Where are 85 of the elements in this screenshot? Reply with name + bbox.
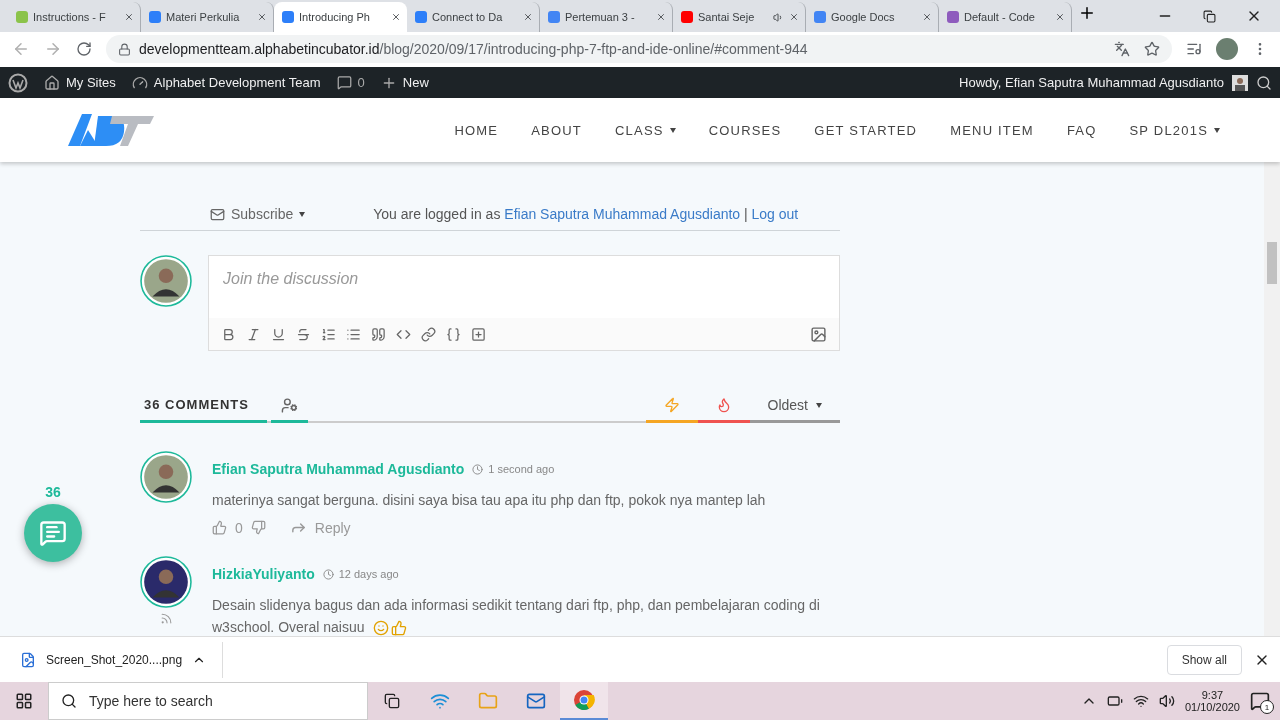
- comment-count[interactable]: 0: [357, 75, 365, 90]
- logo[interactable]: [68, 112, 154, 148]
- lock-icon: [118, 42, 131, 56]
- avatar[interactable]: [1216, 38, 1238, 60]
- smiley-icon: [372, 620, 389, 636]
- image-icon[interactable]: [810, 325, 827, 343]
- quote-icon[interactable]: [371, 326, 386, 342]
- avatar: [140, 255, 192, 307]
- new-link[interactable]: New: [402, 75, 429, 90]
- chrome-icon[interactable]: [573, 689, 595, 711]
- spoiler-icon[interactable]: [471, 326, 486, 342]
- windows-icon[interactable]: [15, 692, 33, 710]
- bold-icon[interactable]: [221, 326, 236, 342]
- browser-tab[interactable]: Introducing Ph: [274, 2, 407, 32]
- clock-icon: [472, 463, 484, 475]
- thumbs-down-icon[interactable]: [250, 520, 266, 535]
- nav-link[interactable]: CLASS: [615, 122, 676, 138]
- link-icon[interactable]: [421, 326, 436, 342]
- new-tab-icon[interactable]: [1078, 4, 1096, 22]
- show-all-button[interactable]: Show all: [1166, 644, 1242, 675]
- user-gear-icon[interactable]: [280, 397, 298, 414]
- sort-tab[interactable]: [697, 397, 750, 423]
- avatar: [140, 556, 192, 608]
- braces-icon[interactable]: [446, 326, 461, 342]
- houses-icon: [44, 74, 60, 91]
- nav-link[interactable]: HOME: [454, 122, 499, 138]
- reload-icon[interactable]: [76, 41, 92, 57]
- comment-icon: [336, 75, 352, 90]
- comment-count: 36: [45, 484, 61, 500]
- clock-icon: [322, 568, 334, 580]
- ordered-list-icon[interactable]: [321, 326, 336, 342]
- avatar: [1232, 74, 1248, 91]
- chat-icon: [39, 519, 67, 547]
- battery-icon[interactable]: [1106, 693, 1123, 709]
- comment-count-tab[interactable]: 36 COMMENTS: [144, 397, 263, 412]
- nav-link[interactable]: SP DL201S: [1129, 122, 1220, 138]
- mail-icon[interactable]: [526, 691, 546, 711]
- search-box[interactable]: Type here to search: [48, 682, 368, 720]
- speaker-icon[interactable]: [1158, 693, 1175, 709]
- howdy-text[interactable]: Howdy, Efian Saputra Muhammad Agusdianto: [959, 75, 1224, 90]
- nav-link[interactable]: COURSES: [708, 122, 782, 138]
- search-icon: [61, 693, 77, 709]
- site-link[interactable]: Alphabet Development Team: [153, 75, 321, 90]
- star-icon[interactable]: [1144, 41, 1160, 57]
- wordpress-icon[interactable]: [8, 72, 28, 93]
- restore-icon[interactable]: [1203, 9, 1216, 23]
- my-sites-link[interactable]: My Sites: [66, 75, 116, 90]
- file-icon: [20, 651, 36, 668]
- address-bar[interactable]: developmentteam.alphabetincubator.id/blog/2020/09/17/introducing-php-7-ftp-and-ide-online/#comment-944: [106, 35, 1172, 63]
- strikethrough-icon[interactable]: [296, 326, 311, 342]
- comment-text: Desain slidenya bagus dan ada informasi sedikit tentang dari ftp, php, dan pembelajaran coding di w3school. Overal naisuu: [212, 596, 821, 636]
- nav-link[interactable]: FAQ: [1066, 122, 1097, 138]
- comment-field[interactable]: Join the discussion: [209, 260, 839, 298]
- dashboard-icon: [131, 74, 148, 91]
- media-icon[interactable]: [1186, 41, 1202, 57]
- translate-icon[interactable]: [1114, 41, 1130, 57]
- subscribe-button[interactable]: Subscribe: [210, 206, 306, 222]
- nav-link[interactable]: MENU ITEM: [950, 122, 1034, 138]
- scrollbar[interactable]: [1264, 162, 1280, 636]
- nav-link[interactable]: GET STARTED: [814, 122, 918, 138]
- comment-editor[interactable]: Join the discussion: [208, 255, 840, 351]
- thumbs-up-icon: [390, 620, 407, 636]
- thumbs-up-icon[interactable]: [212, 520, 227, 535]
- comment-text: materinya sangat berguna. disini saya bisa tau apa itu php dan ftp, pokok nya mantep lah: [212, 491, 767, 510]
- comment-time[interactable]: 1 second ago: [488, 463, 555, 475]
- download-item[interactable]: Screen_Shot_2020....png: [20, 641, 224, 678]
- mail-icon: [210, 206, 225, 222]
- comment-time[interactable]: 12 days ago: [338, 568, 399, 580]
- vote-count: 0: [235, 519, 243, 536]
- user-link[interactable]: Efian Saputra Muhammad Agusdianto: [504, 206, 741, 222]
- avatar: [140, 451, 192, 503]
- wifi-icon[interactable]: [1132, 693, 1149, 709]
- close-icon[interactable]: [391, 12, 401, 22]
- sort-tab[interactable]: Oldest: [749, 397, 840, 423]
- underline-icon[interactable]: [271, 326, 286, 342]
- logout-link[interactable]: Log out: [751, 206, 799, 222]
- logged-in-text: You are logged in as Efian Saputra Muhammad Agusdianto | Log out: [373, 206, 799, 222]
- notification-icon: [1250, 691, 1270, 711]
- search-icon[interactable]: [1256, 74, 1272, 91]
- task-view-icon[interactable]: [384, 693, 400, 709]
- list-icon[interactable]: [346, 326, 361, 342]
- search-field[interactable]: Type here to search: [87, 692, 355, 710]
- clock[interactable]: 9:37 01/10/2020: [1184, 689, 1240, 713]
- nav-link[interactable]: ABOUT: [531, 122, 582, 138]
- italic-icon[interactable]: [246, 326, 261, 342]
